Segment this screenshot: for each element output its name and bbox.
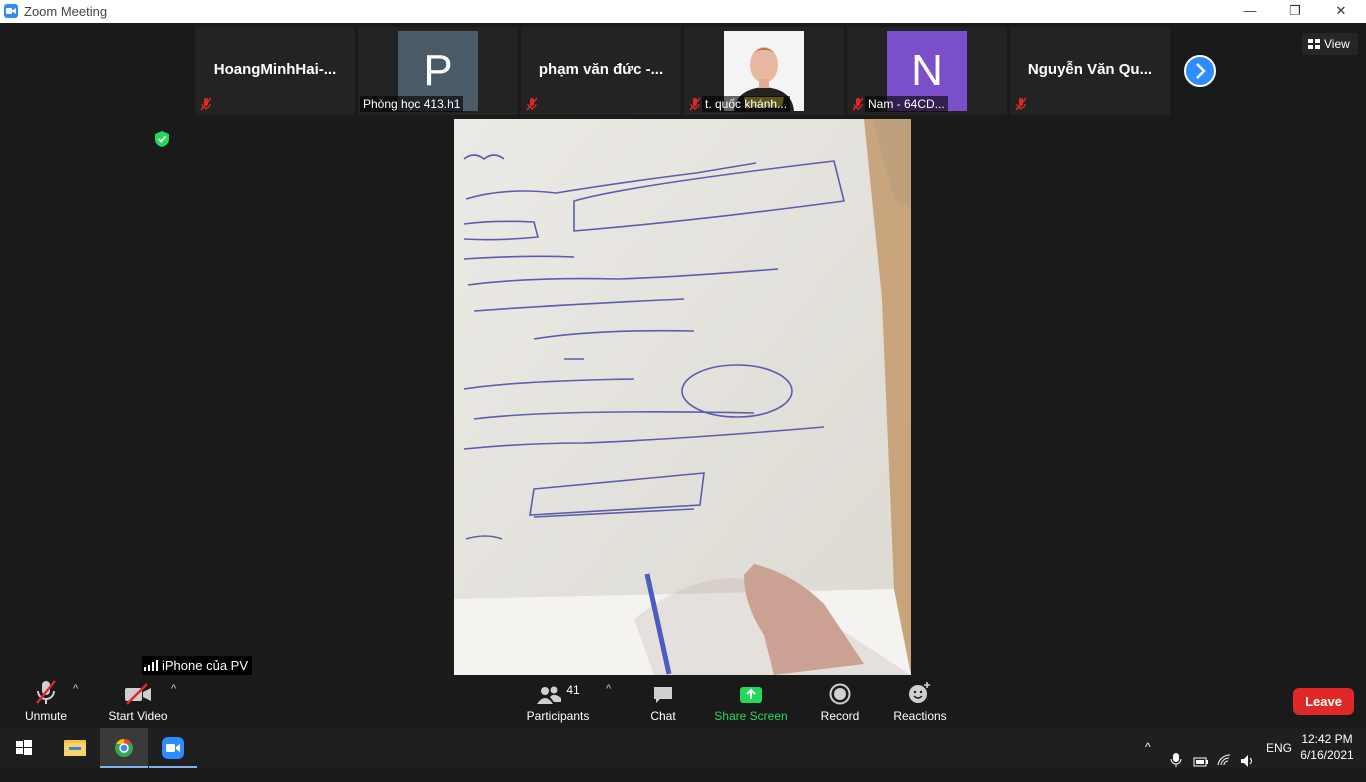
battery-icon[interactable] <box>1193 742 1209 782</box>
clock-date: 6/16/2021 <box>1300 748 1354 762</box>
next-page-button[interactable] <box>1184 55 1216 87</box>
signal-bars-icon <box>144 660 158 671</box>
shared-screen-image <box>454 119 911 675</box>
participants-label: Participants <box>526 709 590 723</box>
participant-tile[interactable]: Nguyễn Văn Qu... <box>1010 27 1170 115</box>
record-label: Record <box>820 709 860 723</box>
encryption-shield-icon[interactable] <box>153 130 171 148</box>
grid-icon <box>1308 39 1320 49</box>
participant-name: HoangMinhHai-... <box>213 61 337 78</box>
start-video-label: Start Video <box>108 709 168 723</box>
unmute-button[interactable]: Unmute <box>16 677 76 723</box>
mic-muted-icon <box>852 97 864 111</box>
participant-name: phạm văn đức -... <box>538 61 664 78</box>
meeting-toolbar: Unmute ^ Start Video ^ 41 Participants ^… <box>0 675 1366 728</box>
participant-name: Nguyễn Văn Qu... <box>1027 61 1153 78</box>
participants-options-caret-icon[interactable]: ^ <box>606 683 611 695</box>
maximize-button[interactable]: ❐ <box>1272 0 1318 23</box>
windows-start-button[interactable] <box>0 728 48 768</box>
show-hidden-icons-chevron-icon[interactable]: ^ <box>1145 740 1151 780</box>
record-button[interactable]: Record <box>816 677 864 723</box>
shared-screen <box>454 119 911 675</box>
chrome-taskbar-icon[interactable] <box>100 728 148 768</box>
mic-muted-icon <box>200 97 212 111</box>
windows-logo-icon <box>16 740 32 755</box>
close-button[interactable]: ✕ <box>1318 0 1364 23</box>
taskbar-clock[interactable]: 12:42 PM 6/16/2021 <box>1294 731 1360 763</box>
chevron-right-icon <box>1196 63 1206 79</box>
zoom-taskbar-icon[interactable] <box>149 728 197 768</box>
start-video-button[interactable]: Start Video <box>104 677 172 723</box>
video-options-caret-icon[interactable]: ^ <box>171 683 176 695</box>
participant-strip: HoangMinhHai-... P Phòng học 413.h1 phạm… <box>0 23 1366 119</box>
participant-tile[interactable]: N Nam - 64CD... <box>847 27 1007 115</box>
participant-tile[interactable]: HoangMinhHai-... <box>195 27 355 115</box>
input-language[interactable]: ENG <box>1266 741 1292 781</box>
participant-label: t. quốc khánh... <box>702 96 791 112</box>
mic-muted-icon <box>36 680 56 704</box>
window-title: Zoom Meeting <box>24 4 108 19</box>
record-icon <box>829 683 851 705</box>
participant-label: Nam - 64CD... <box>865 96 948 112</box>
audio-options-caret-icon[interactable]: ^ <box>73 683 78 695</box>
chat-button[interactable]: Chat <box>643 677 683 723</box>
video-off-icon <box>125 683 151 705</box>
participant-tile[interactable]: phạm văn đức -... <box>521 27 681 115</box>
share-source-name: iPhone của PV <box>162 658 249 673</box>
view-button[interactable]: View <box>1302 33 1358 55</box>
leave-button[interactable]: Leave <box>1293 688 1354 715</box>
participants-count: 41 <box>566 683 580 697</box>
zoom-app-icon <box>4 4 18 18</box>
title-bar: Zoom Meeting — ❐ ✕ <box>0 0 1366 23</box>
view-button-label: View <box>1324 37 1350 51</box>
share-screen-icon <box>740 687 762 703</box>
participant-tile[interactable]: t. quốc khánh... <box>684 27 844 115</box>
share-source-label: iPhone của PV <box>142 656 253 675</box>
windows-taskbar: ^ ENG 12:42 PM 6/16/2021 <box>0 728 1366 768</box>
share-screen-button[interactable]: Share Screen <box>713 677 789 723</box>
chat-icon <box>654 687 672 703</box>
participant-label: Phòng học 413.h1 <box>360 96 464 112</box>
microphone-icon[interactable] <box>1170 740 1182 780</box>
clock-time: 12:42 PM <box>1301 732 1353 746</box>
share-screen-label: Share Screen <box>714 709 788 723</box>
mic-muted-icon <box>526 97 538 111</box>
mic-muted-icon <box>1015 97 1027 111</box>
wifi-icon[interactable] <box>1217 740 1233 780</box>
participants-button[interactable]: 41 Participants <box>523 677 593 723</box>
volume-icon[interactable] <box>1240 741 1256 781</box>
participant-tile[interactable]: P Phòng học 413.h1 <box>358 27 518 115</box>
chat-label: Chat <box>650 709 676 723</box>
file-explorer-taskbar-icon[interactable] <box>51 728 99 768</box>
unmute-label: Unmute <box>24 709 68 723</box>
reactions-label: Reactions <box>893 709 947 723</box>
reactions-button[interactable]: Reactions <box>892 677 948 723</box>
add-reaction-icon <box>909 682 930 703</box>
mic-muted-icon <box>689 97 701 111</box>
minimize-button[interactable]: — <box>1227 0 1273 23</box>
participants-icon <box>537 686 562 704</box>
